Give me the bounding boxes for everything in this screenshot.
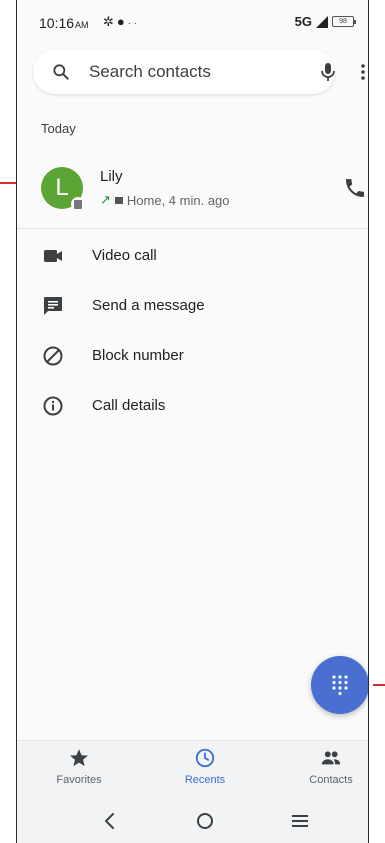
- tab-recents-label: Recents: [184, 774, 226, 786]
- recent-apps-icon[interactable]: [289, 810, 311, 832]
- tab-favorites-label: Favorites: [56, 774, 102, 786]
- star-icon: [70, 749, 88, 767]
- tab-favorites[interactable]: Favorites: [29, 747, 129, 786]
- block-icon: [43, 346, 63, 366]
- microphone-icon[interactable]: [316, 60, 340, 84]
- status-time-ampm: AM: [75, 20, 89, 30]
- block-number-label: Block number: [92, 347, 184, 364]
- call-detail-text: Home, 4 min. ago: [126, 192, 230, 208]
- people-icon: [321, 751, 341, 765]
- notification-dots-icon: ··: [127, 18, 140, 28]
- battery-icon: 98: [332, 16, 356, 27]
- sim-card-icon: [114, 196, 123, 204]
- tab-recents[interactable]: Recents: [155, 747, 255, 786]
- info-icon: [43, 396, 63, 416]
- video-camera-icon: [44, 250, 62, 262]
- avatar-letter: L: [55, 174, 69, 201]
- search-bar[interactable]: [33, 50, 335, 94]
- outgoing-call-arrow-icon: ↗: [100, 192, 111, 207]
- sim-badge-icon: [71, 197, 85, 211]
- status-time: 10:16AM: [39, 15, 89, 31]
- home-icon[interactable]: [194, 810, 216, 832]
- search-input[interactable]: [89, 62, 279, 82]
- tab-contacts-label: Contacts: [309, 774, 353, 786]
- status-notification-icons: ✲●··: [103, 14, 140, 30]
- contact-name: Lily: [100, 168, 123, 185]
- send-message-action[interactable]: Send a message: [17, 284, 368, 328]
- status-bar: 10:16AM ✲●·· 5G 98: [17, 0, 368, 46]
- clock-icon: [195, 748, 215, 768]
- system-navigation-bar: [17, 798, 368, 843]
- call-details-action[interactable]: Call details: [17, 384, 368, 428]
- section-header-today: Today: [41, 121, 76, 136]
- signal-icon: [316, 15, 328, 28]
- account-notification-icon: ●: [116, 14, 128, 29]
- divider: [17, 228, 368, 229]
- send-message-label: Send a message: [92, 297, 205, 314]
- dialpad-button[interactable]: [311, 656, 368, 714]
- search-icon[interactable]: [51, 62, 71, 82]
- more-options-icon[interactable]: [353, 62, 369, 82]
- status-right-icons: 5G 98: [294, 14, 356, 29]
- call-log-entry[interactable]: L Lily ↗ Home, 4 min. ago: [17, 160, 368, 216]
- annotation-line-right: [373, 684, 385, 686]
- phone-call-icon[interactable]: [343, 176, 367, 200]
- call-meta: ↗ Home, 4 min. ago: [100, 192, 230, 208]
- settings-notification-icon: ✲: [103, 14, 117, 29]
- status-time-value: 10:16: [39, 15, 75, 31]
- video-call-action[interactable]: Video call: [17, 234, 368, 278]
- bottom-navigation: Favorites Recents Contacts: [17, 740, 368, 799]
- dialpad-icon: [332, 675, 348, 696]
- network-type: 5G: [294, 14, 312, 29]
- call-details-label: Call details: [92, 397, 166, 414]
- video-call-label: Video call: [92, 247, 157, 264]
- message-icon: [44, 297, 62, 315]
- battery-level: 98: [339, 18, 347, 25]
- tab-contacts[interactable]: Contacts: [281, 747, 368, 786]
- block-number-action[interactable]: Block number: [17, 334, 368, 378]
- back-icon[interactable]: [99, 810, 121, 832]
- phone-screen: 10:16AM ✲●·· 5G 98 Today L: [16, 0, 369, 843]
